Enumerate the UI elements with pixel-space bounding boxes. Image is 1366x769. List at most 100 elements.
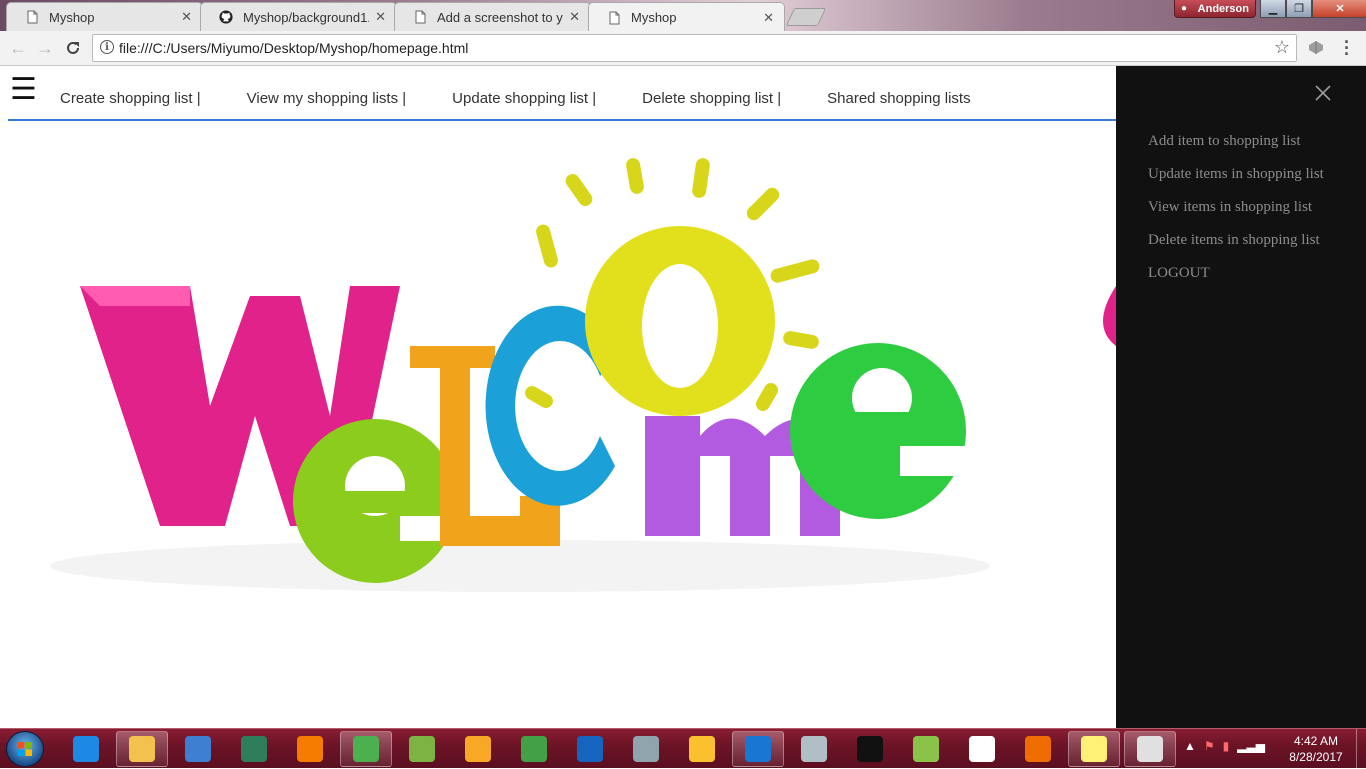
address-url[interactable]: file:///C:/Users/Miyumo/Desktop/Myshop/h… (119, 40, 468, 56)
windows-logo-icon (18, 742, 32, 756)
taskbar-app-button[interactable] (452, 731, 504, 767)
show-hidden-icons[interactable]: ▲ (1184, 739, 1196, 753)
taskbar-app-button[interactable] (1012, 731, 1064, 767)
forward-arrow-icon[interactable]: → (34, 37, 56, 59)
sidenav-logout[interactable]: LOGOUT (1148, 265, 1210, 282)
tab-title: Myshop (49, 9, 95, 25)
system-tray: ▲ ⚑ ▮ ▂▃▅ (1184, 739, 1265, 753)
welcome-image (50, 158, 1116, 592)
nav-delete-shopping-list[interactable]: Delete shopping list | (642, 90, 781, 107)
taskbar-app-button[interactable] (508, 731, 560, 767)
tab-title: Myshop/background1.jp (243, 9, 370, 25)
chrome-icon (353, 736, 379, 762)
sidenav-view-items[interactable]: View items in shopping list (1148, 199, 1312, 216)
nav-shared-shopping-lists[interactable]: Shared shopping lists (827, 90, 970, 107)
system-clock[interactable]: 4:42 AM 8/28/2017 (1282, 733, 1350, 765)
page-content: ☰ Create shopping list | View my shoppin… (0, 66, 1366, 728)
nav-update-shopping-list[interactable]: Update shopping list | (452, 90, 596, 107)
hamburger-menu-icon[interactable]: ☰ (10, 75, 37, 105)
screenshot-app-icon (1025, 736, 1051, 762)
android-studio-icon (409, 736, 435, 762)
tab-myshop-1[interactable]: Myshop ✕ (6, 2, 203, 31)
tab-title: Myshop (631, 10, 677, 25)
globe-app-icon (521, 736, 547, 762)
action-center-icon[interactable]: ⚑ (1204, 739, 1215, 753)
maximize-button[interactable]: ❐ (1286, 0, 1312, 18)
taskbar-app-button[interactable] (676, 731, 728, 767)
tab-close-icon[interactable]: ✕ (763, 10, 774, 26)
brain-app-icon (241, 736, 267, 762)
tab-background-image[interactable]: Myshop/background1.jp ✕ (200, 2, 397, 31)
tab-close-icon[interactable]: ✕ (569, 9, 580, 25)
bluestacks-icon (913, 736, 939, 762)
taskbar-app-button[interactable] (396, 731, 448, 767)
side-navigation: Add item to shopping list Update items i… (1116, 66, 1366, 728)
taskbar-app-button[interactable] (788, 731, 840, 767)
taskbar-app-button[interactable] (564, 731, 616, 767)
browser-menu-icon[interactable]: · · · (1340, 33, 1354, 63)
profile-button[interactable]: ● Anderson (1174, 0, 1256, 18)
tab-close-icon[interactable]: ✕ (181, 9, 192, 25)
clock-time: 4:42 AM (1293, 734, 1339, 748)
wave-app-icon (577, 736, 603, 762)
nav-view-shopping-lists[interactable]: View my shopping lists | (247, 90, 407, 107)
taskbar-app-button[interactable] (60, 731, 112, 767)
network-signal-icon[interactable]: ▂▃▅ (1237, 739, 1265, 753)
sticky-notes-icon (1081, 736, 1107, 762)
tab-add-screenshot[interactable]: Add a screenshot to your ✕ (394, 2, 591, 31)
nav-create-shopping-list[interactable]: Create shopping list | (60, 90, 201, 107)
circle-a-app-icon (969, 736, 995, 762)
tab-title: Add a screenshot to your (437, 9, 563, 25)
taskbar-app-button[interactable] (1068, 731, 1120, 767)
taskbar-app-button[interactable] (340, 731, 392, 767)
window-close-button[interactable]: ✕ (1312, 0, 1366, 18)
nav-underline (8, 119, 1116, 121)
document-app-icon (633, 736, 659, 762)
notes-app-icon (801, 736, 827, 762)
sidenav-delete-items[interactable]: Delete items in shopping list (1148, 232, 1320, 249)
visual-studio-code-icon (745, 736, 771, 762)
extension-icon[interactable] (1306, 37, 1326, 57)
help-app-icon (689, 736, 715, 762)
taskbar-app-button[interactable] (1124, 731, 1176, 767)
browser-toolbar: ← → i file:///C:/Users/Miyumo/Desktop/My… (0, 31, 1366, 66)
browser-tab-strip: Myshop ✕ Myshop/background1.jp ✕ Add a s… (0, 0, 1366, 31)
minimize-button[interactable]: ▁ (1260, 0, 1286, 18)
tab-close-icon[interactable]: ✕ (375, 9, 386, 25)
tab-myshop-active[interactable]: Myshop ✕ (588, 2, 785, 31)
windows-taskbar: ▲ ⚑ ▮ ▂▃▅ 4:42 AM 8/28/2017 (0, 728, 1366, 769)
taskbar-app-button[interactable] (284, 731, 336, 767)
command-prompt-icon (857, 736, 883, 762)
close-icon[interactable] (1314, 84, 1332, 102)
sidenav-add-item[interactable]: Add item to shopping list (1148, 133, 1301, 150)
top-navigation: Create shopping list | View my shopping … (60, 90, 971, 107)
back-arrow-icon[interactable]: ← (7, 37, 29, 59)
page-icon (415, 10, 426, 24)
user-icon: ● (1181, 3, 1188, 14)
taskbar-app-button[interactable] (844, 731, 896, 767)
taskbar-app-button[interactable] (732, 731, 784, 767)
taskbar-app-button[interactable] (956, 731, 1008, 767)
new-tab-button[interactable] (785, 8, 827, 26)
smiley-app-icon (1137, 736, 1163, 762)
page-icon (609, 11, 620, 24)
power-icon[interactable]: ▮ (1223, 739, 1230, 753)
reload-icon[interactable] (62, 37, 84, 59)
taskbar-app-button[interactable] (116, 731, 168, 767)
media-player-icon (185, 736, 211, 762)
boat-app-icon (465, 736, 491, 762)
taskbar-app-button[interactable] (172, 731, 224, 767)
show-desktop-button[interactable] (1356, 729, 1366, 769)
info-icon[interactable]: i (100, 40, 114, 54)
taskbar-app-button[interactable] (900, 731, 952, 767)
taskbar-app-button[interactable] (228, 731, 280, 767)
vlc-icon (297, 736, 323, 762)
profile-name: Anderson (1197, 2, 1249, 15)
taskbar-app-button[interactable] (620, 731, 672, 767)
sidenav-update-items[interactable]: Update items in shopping list (1148, 166, 1324, 183)
bookmark-star-icon[interactable]: ☆ (1274, 37, 1290, 58)
file-explorer-icon (129, 736, 155, 762)
address-bar[interactable]: i file:///C:/Users/Miyumo/Desktop/Myshop… (92, 34, 1297, 62)
internet-explorer-icon (73, 736, 99, 762)
start-button[interactable] (6, 731, 44, 767)
